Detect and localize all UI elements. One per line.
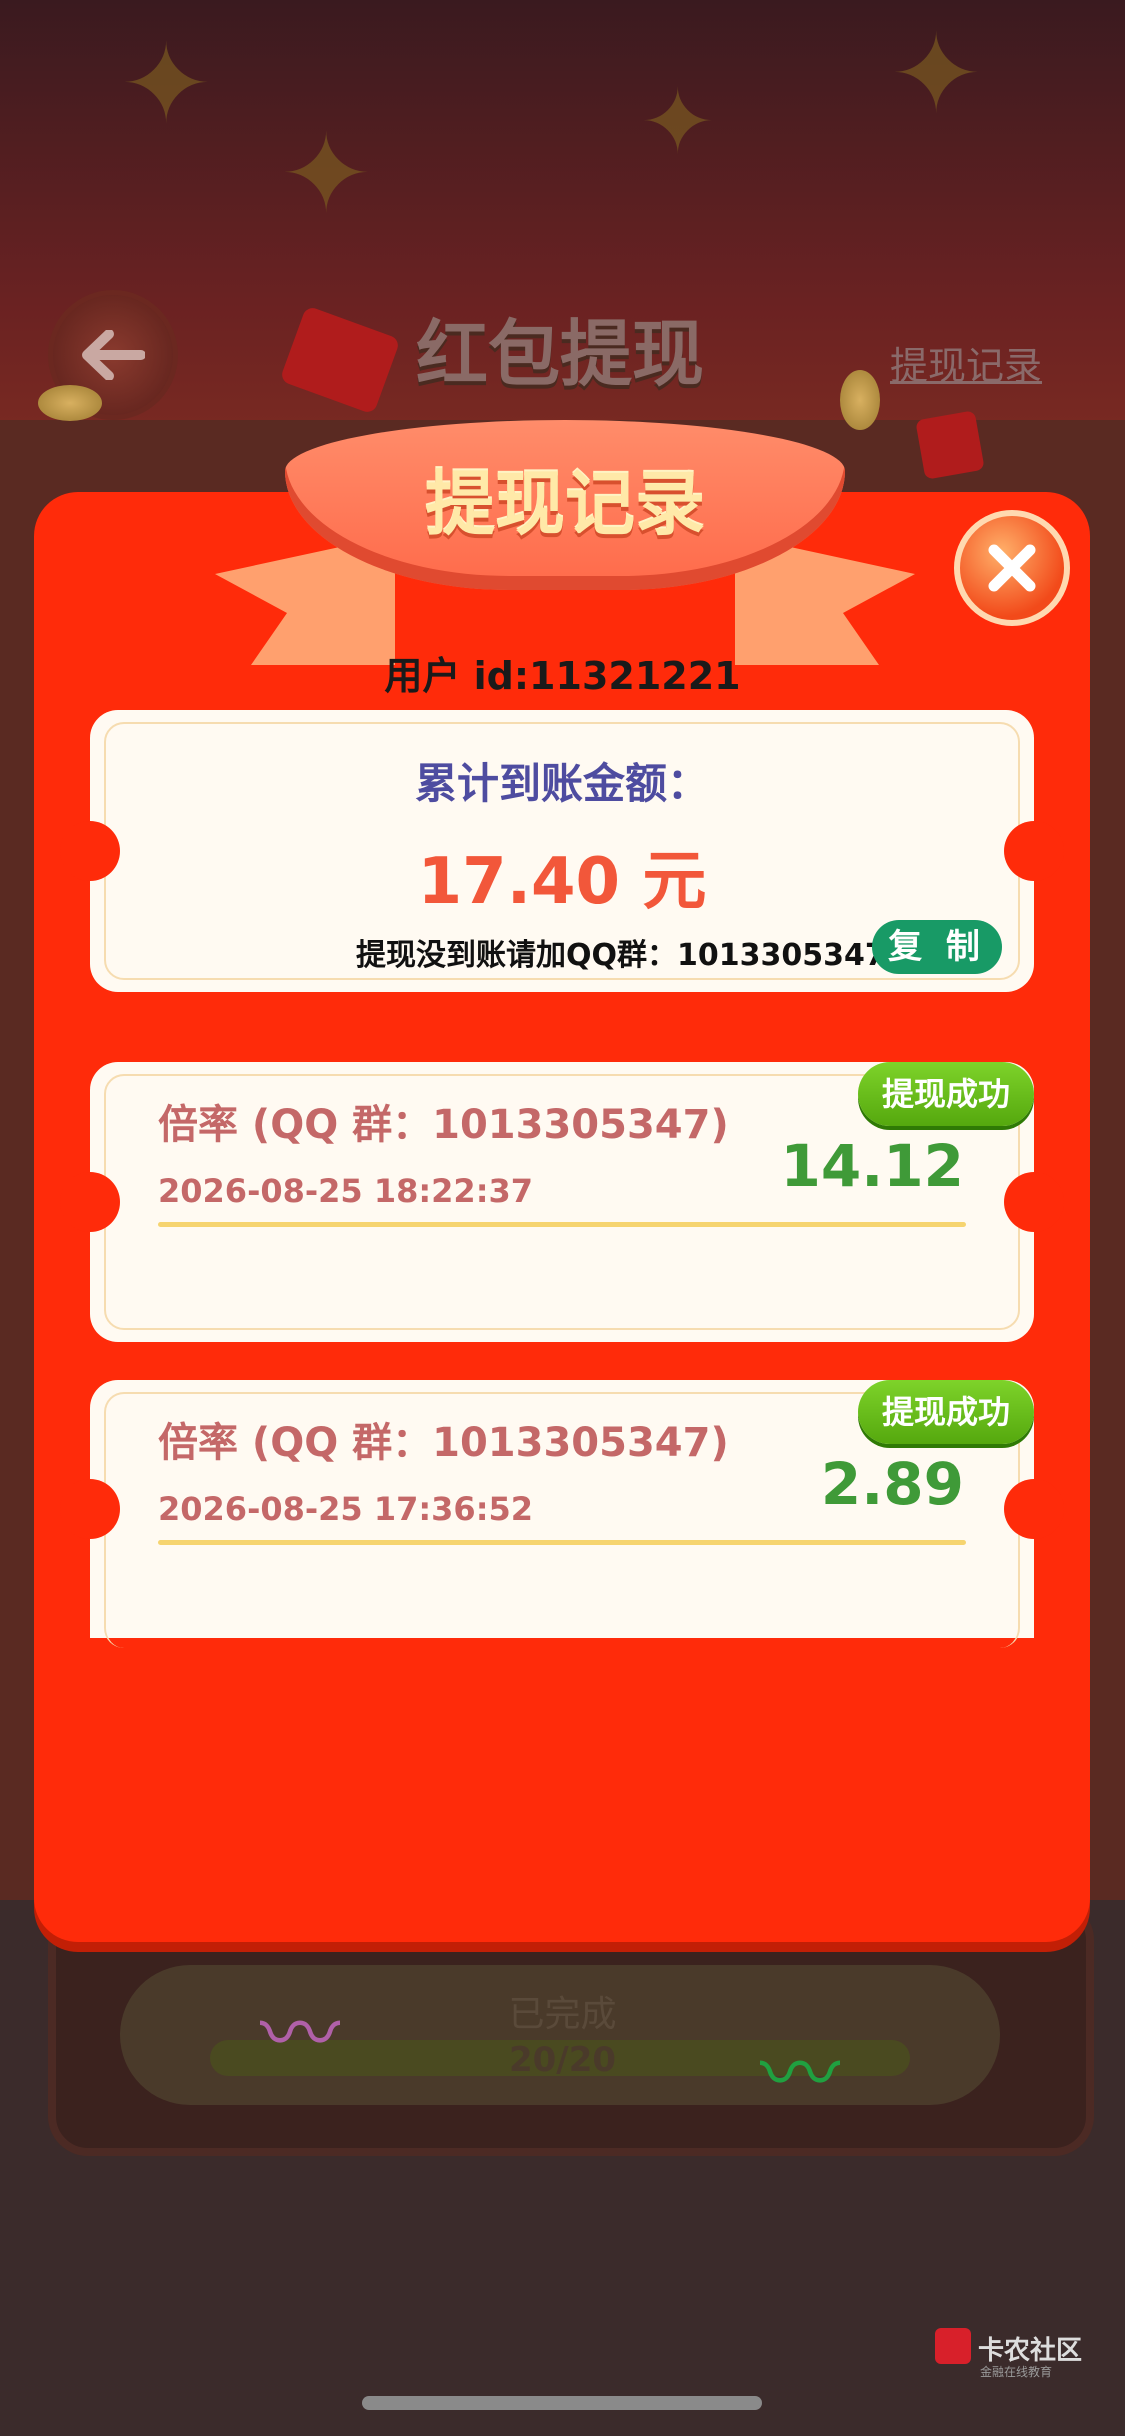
progress-status: 已完成 [508, 1994, 617, 2035]
total-received-amount: 17.40 元 [417, 845, 707, 919]
status-badge: 提现成功 [858, 1062, 1034, 1126]
page-title: 红包提现 [415, 312, 704, 396]
sparkle-icon: ✦ [640, 70, 716, 175]
summary-card: 累计到账金额： 17.40 元 提现没到账请加QQ群：1013305347 复 … [60, 710, 1064, 992]
total-received-label: 累计到账金额： [414, 759, 709, 808]
user-id: 用户 id:11321221 [384, 654, 741, 698]
sparkle-icon: ✦ [280, 110, 373, 238]
arrow-left-icon [82, 330, 145, 380]
record-title: 倍率 (QQ 群：1013305347) [158, 1420, 729, 1466]
record-time: 2026-08-25 18:22:37 [158, 1172, 534, 1210]
modal-title: 提现记录 [425, 463, 705, 545]
sparkle-icon: ✦ [120, 20, 213, 148]
status-badge: 提现成功 [858, 1380, 1034, 1444]
close-icon [988, 544, 1036, 592]
red-envelope-icon [915, 410, 985, 480]
record-amount: 2.89 [820, 1450, 964, 1518]
record-title: 倍率 (QQ 群：1013305347) [158, 1102, 729, 1148]
withdraw-history-link[interactable]: 提现记录 [890, 335, 1042, 390]
record-divider [158, 1540, 966, 1545]
home-indicator[interactable] [362, 2396, 762, 2410]
record-amount: 14.12 [780, 1132, 964, 1200]
modal-banner: 提现记录 [215, 420, 915, 680]
record-divider [158, 1222, 966, 1227]
record-time: 2026-08-25 17:36:52 [158, 1490, 534, 1528]
withdraw-record: 倍率 (QQ 群：1013305347) 2026-08-25 17:36:52… [60, 1380, 1064, 1648]
withdraw-record: 倍率 (QQ 群：1013305347) 2026-08-25 18:22:37… [60, 1062, 1064, 1342]
close-button[interactable] [954, 510, 1070, 626]
support-group-note: 提现没到账请加QQ群：1013305347 [356, 938, 886, 973]
progress-count: 20/20 [508, 2040, 617, 2080]
sparkle-icon: ✦ [890, 10, 983, 138]
copy-button[interactable]: 复 制 [872, 920, 1002, 974]
watermark-text: 卡农社区 [978, 2336, 1083, 2366]
coin-icon [38, 385, 102, 421]
ribbon-icon: 〰 [260, 1988, 340, 2081]
watermark-logo [935, 2328, 971, 2364]
watermark-subtext: 金融在线教育 [980, 2365, 1053, 2379]
ribbon-icon: 〰 [760, 2028, 840, 2121]
